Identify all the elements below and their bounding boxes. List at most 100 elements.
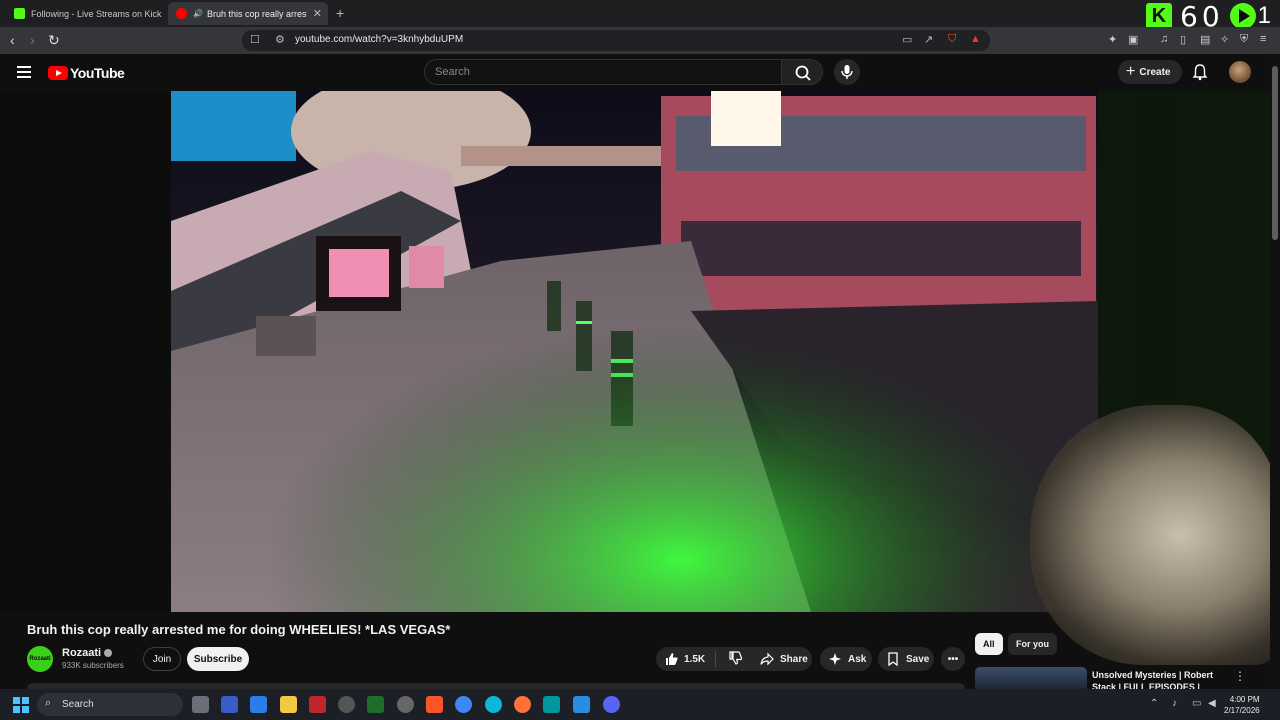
search-input[interactable] bbox=[425, 60, 781, 84]
brave-shields-icon[interactable]: ⛉ bbox=[948, 33, 956, 46]
media-icon[interactable]: ♫ bbox=[1160, 33, 1168, 45]
menu-icon[interactable]: ≡ bbox=[1260, 33, 1266, 45]
youtube-header: YouTube + Create bbox=[0, 54, 1280, 91]
discord-icon[interactable] bbox=[603, 696, 620, 713]
channel-avatar[interactable]: Rozaati bbox=[27, 646, 53, 672]
thumbs-up-icon bbox=[666, 653, 678, 665]
recommendation-thumbnail[interactable] bbox=[975, 667, 1087, 689]
vscode-icon[interactable] bbox=[573, 696, 590, 713]
play-icon bbox=[1229, 3, 1256, 29]
bookmark-icon[interactable]: ☐ bbox=[250, 33, 260, 46]
account-avatar[interactable] bbox=[1229, 61, 1251, 83]
more-horizontal-icon: ••• bbox=[947, 653, 959, 665]
browser-tab-strip: Following - Live Streams on Kick 🔊 Bruh … bbox=[0, 0, 1280, 33]
clock-time: 4:00 PM bbox=[1229, 695, 1260, 704]
firefox-icon[interactable] bbox=[514, 696, 531, 713]
new-tab-button[interactable]: + bbox=[336, 5, 344, 21]
wallet-icon[interactable]: ▤ bbox=[1200, 33, 1210, 46]
voice-search-button[interactable] bbox=[834, 59, 860, 85]
file-explorer-icon[interactable] bbox=[280, 696, 297, 713]
ask-button[interactable]: Ask bbox=[820, 647, 872, 671]
share-label: Share bbox=[780, 653, 808, 665]
close-tab-icon[interactable]: ✕ bbox=[313, 7, 322, 20]
address-bar[interactable]: ☐ ⚙ youtube.com/watch?v=3knhybduUPM ▭ ↗ … bbox=[242, 30, 990, 51]
arduino-icon[interactable] bbox=[543, 696, 560, 713]
taskbar-search[interactable]: ⌕ Search bbox=[37, 693, 183, 716]
app-icon-3[interactable] bbox=[309, 696, 326, 713]
edge-icon[interactable] bbox=[485, 696, 502, 713]
sidebar-icon[interactable]: ▯ bbox=[1180, 33, 1186, 46]
share-arrow-icon bbox=[760, 652, 774, 666]
more-actions-button[interactable]: ••• bbox=[941, 647, 965, 671]
share-page-icon[interactable]: ↗ bbox=[924, 33, 933, 46]
scrollbar-thumb[interactable] bbox=[1272, 66, 1278, 240]
screenshot-icon[interactable]: ▣ bbox=[1128, 33, 1138, 46]
volume-icon[interactable]: ◀ bbox=[1208, 698, 1216, 709]
app-icon-2[interactable] bbox=[250, 696, 267, 713]
task-view-icon[interactable] bbox=[192, 696, 209, 713]
youtube-wordmark: YouTube bbox=[70, 65, 125, 81]
cast-icon[interactable]: ▭ bbox=[902, 33, 912, 46]
url-text: youtube.com/watch?v=3knhybduUPM bbox=[295, 34, 464, 45]
chip-all[interactable]: All bbox=[975, 633, 1003, 655]
join-button[interactable]: Join bbox=[143, 647, 181, 671]
video-title: Bruh this cop really arrested me for doi… bbox=[27, 622, 451, 637]
save-button[interactable]: Save bbox=[878, 647, 934, 671]
brave-browser-icon[interactable] bbox=[426, 696, 443, 713]
tray-mic-icon[interactable]: ♪ bbox=[1172, 698, 1177, 709]
youtube-logo[interactable]: YouTube bbox=[48, 65, 125, 81]
like-button[interactable]: 1.5K bbox=[656, 651, 716, 667]
extensions-icon[interactable]: ✦ bbox=[1108, 33, 1117, 46]
windows-start-icon[interactable] bbox=[13, 697, 29, 713]
video-frame-image bbox=[171, 91, 1098, 612]
taskbar-search-label: Search bbox=[62, 699, 94, 710]
search-icon bbox=[795, 65, 811, 81]
app-icon-1[interactable] bbox=[221, 696, 238, 713]
video-player[interactable] bbox=[171, 91, 1098, 612]
brave-rewards-icon[interactable]: ▲ bbox=[970, 33, 981, 45]
tab-youtube-video[interactable]: 🔊 Bruh this cop really arrested me ✕ bbox=[168, 2, 328, 25]
recommendation-menu-icon[interactable]: ⋮ bbox=[1234, 669, 1246, 683]
subscribe-button[interactable]: Subscribe bbox=[187, 647, 249, 671]
site-info-icon[interactable]: ⚙ bbox=[275, 33, 285, 46]
app-icon-5[interactable] bbox=[367, 696, 384, 713]
app-icon-6[interactable] bbox=[397, 696, 414, 713]
leo-ai-icon[interactable]: ✧ bbox=[1220, 33, 1229, 46]
channel-name-link[interactable]: Rozaati bbox=[62, 647, 113, 659]
forward-icon[interactable]: › bbox=[30, 32, 35, 48]
taskbar-clock[interactable]: 4:00 PM 2/17/2026 bbox=[1224, 694, 1260, 716]
chip-for-you[interactable]: For you bbox=[1008, 633, 1057, 655]
streamer-webcam-overlay bbox=[1030, 405, 1280, 665]
youtube-favicon-icon bbox=[176, 8, 187, 19]
channel-name: Rozaati bbox=[62, 647, 102, 659]
speaker-icon[interactable]: 🔊 bbox=[193, 9, 203, 18]
tab-kick-following[interactable]: Following - Live Streams on Kick bbox=[6, 2, 166, 25]
network-icon[interactable]: ▭ bbox=[1192, 698, 1201, 709]
tray-chevron-icon[interactable]: ⌃ bbox=[1150, 698, 1158, 709]
counter-suffix: 1 bbox=[1257, 2, 1271, 29]
taskbar-search-icon: ⌕ bbox=[45, 697, 52, 709]
search-box bbox=[424, 59, 782, 85]
recommendation-title[interactable]: Unsolved Mysteries | Robert Stack | FULL… bbox=[1092, 669, 1222, 689]
page-scrollbar[interactable] bbox=[1270, 54, 1280, 688]
tab-title: Following - Live Streams on Kick bbox=[31, 8, 162, 19]
sparkle-icon bbox=[829, 653, 841, 665]
kick-stream-overlay: K 60 1 bbox=[1146, 0, 1271, 33]
tab-title: Bruh this cop really arrested me bbox=[206, 8, 307, 19]
microphone-icon bbox=[841, 65, 853, 79]
ask-label: Ask bbox=[848, 653, 867, 665]
back-icon[interactable]: ‹ bbox=[10, 32, 15, 48]
save-label: Save bbox=[906, 653, 930, 665]
chrome-icon[interactable] bbox=[455, 696, 472, 713]
notifications-bell-icon[interactable] bbox=[1191, 63, 1209, 81]
create-label: Create bbox=[1139, 66, 1171, 78]
vpn-icon[interactable]: ⛨ bbox=[1240, 33, 1248, 46]
guide-menu-icon[interactable] bbox=[17, 66, 31, 78]
share-button[interactable]: Share bbox=[752, 647, 812, 671]
dislike-button[interactable] bbox=[716, 650, 748, 668]
app-icon-4[interactable] bbox=[338, 696, 355, 713]
reload-icon[interactable]: ↻ bbox=[48, 32, 60, 49]
search-button[interactable] bbox=[781, 59, 823, 85]
bookmark-save-icon bbox=[888, 652, 898, 666]
create-button[interactable]: + Create bbox=[1118, 60, 1182, 84]
